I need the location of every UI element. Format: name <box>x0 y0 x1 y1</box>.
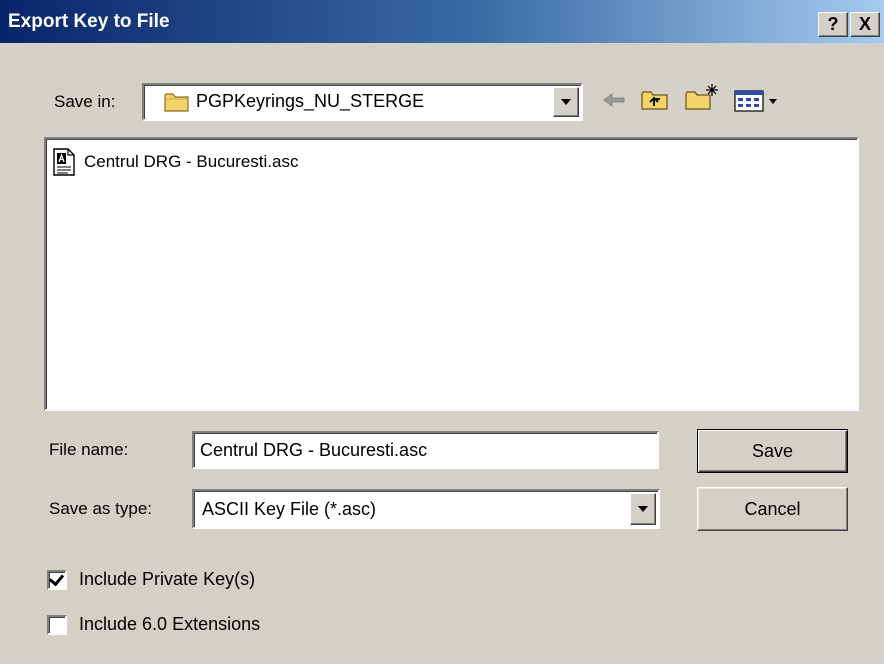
save-as-type-value: ASCII Key File (*.asc) <box>202 499 377 519</box>
ascii-file-icon <box>50 147 80 177</box>
include-extensions-checkbox[interactable] <box>47 614 67 635</box>
save-as-type-label: Save as type: <box>49 499 153 518</box>
file-name-label: File name: <box>49 440 129 459</box>
save-in-label: Save in: <box>54 92 116 111</box>
save-in-dropdown-arrow[interactable] <box>553 87 579 117</box>
export-key-dialog: Export Key to File ? X Save in: PGPKeyri… <box>0 0 884 664</box>
save-button[interactable]: Save <box>697 429 848 473</box>
save-in-value: PGPKeyrings_NU_STERGE <box>196 91 425 111</box>
help-button[interactable]: ? <box>818 12 848 37</box>
new-folder-icon[interactable] <box>684 82 720 110</box>
include-extensions-label: Include 6.0 Extensions <box>79 614 261 634</box>
close-button[interactable]: X <box>850 12 880 37</box>
file-name-text: Centrul DRG - Bucuresti.asc <box>84 152 299 171</box>
file-list[interactable]: Centrul DRG - Bucuresti.asc <box>44 137 859 411</box>
include-private-key-label: Include Private Key(s) <box>79 569 256 589</box>
window-title: Export Key to File <box>8 11 170 32</box>
title-bar[interactable]: Export Key to File ? X <box>0 0 884 43</box>
up-folder-icon[interactable] <box>640 88 670 112</box>
view-menu-icon[interactable] <box>733 88 781 112</box>
include-extensions-option[interactable]: Include 6.0 Extensions <box>47 614 260 635</box>
save-as-type-dropdown[interactable]: ASCII Key File (*.asc) <box>192 489 660 529</box>
save-in-dropdown[interactable]: PGPKeyrings_NU_STERGE <box>142 83 583 121</box>
file-name-input[interactable]: Centrul DRG - Bucuresti.asc <box>192 431 659 469</box>
back-arrow-icon[interactable] <box>600 88 628 112</box>
save-as-type-dropdown-arrow[interactable] <box>630 493 656 525</box>
folder-icon <box>164 91 190 118</box>
include-private-key-option[interactable]: Include Private Key(s) <box>47 569 255 590</box>
cancel-button[interactable]: Cancel <box>697 487 848 531</box>
include-private-key-checkbox[interactable] <box>47 569 67 590</box>
list-item[interactable]: Centrul DRG - Bucuresti.asc <box>50 147 298 177</box>
